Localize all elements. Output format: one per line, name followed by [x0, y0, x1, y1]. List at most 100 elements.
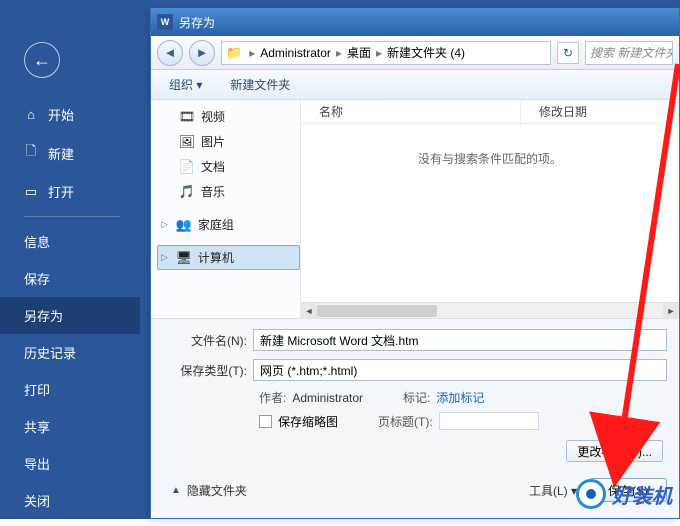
tree-item-computer[interactable]: ▷🖥计算机	[157, 245, 300, 270]
page-title-meta: 页标题(T):	[378, 412, 539, 430]
crumb-segment[interactable]: 新建文件夹 (4)	[387, 44, 465, 61]
add-tags-link[interactable]: 添加标记	[436, 389, 484, 406]
sidebar-item-start[interactable]: ⌂ 开始	[0, 96, 140, 133]
sidebar-label: 信息	[24, 232, 50, 251]
save-as-dialog: W 另存为 ◄ ► 📁 ▸ Administrator ▸ 桌面 ▸ 新建文件夹…	[150, 8, 680, 519]
dialog-footer: 文件名(N): 保存类型(T): 网页 (*.htm;*.html) 作者: A…	[151, 318, 679, 470]
column-date[interactable]: 修改日期	[521, 100, 679, 123]
sidebar-label: 历史记录	[24, 343, 76, 362]
file-pane: 名称 修改日期 没有与搜索条件匹配的项。 ◄ ►	[301, 100, 679, 318]
sidebar-label: 开始	[48, 105, 74, 124]
sidebar-item-export[interactable]: 导出	[0, 445, 140, 482]
page-title-label: 页标题(T):	[378, 413, 433, 430]
sidebar-item-close[interactable]: 关闭	[0, 482, 140, 519]
video-icon: 🎞	[179, 109, 195, 125]
sidebar-item-info[interactable]: 信息	[0, 223, 140, 260]
folder-tree: 🎞视频 🖼图片 📄文档 🎵音乐 ▷👥家庭组 ▷🖥计算机	[151, 100, 301, 318]
refresh-button[interactable]: ↻	[557, 42, 579, 64]
dialog-bottom-bar: ▲ 隐藏文件夹 工具(L) ▾ 保存(S)	[151, 470, 679, 512]
music-icon: 🎵	[179, 184, 195, 200]
sidebar-label: 共享	[24, 417, 50, 436]
chevron-right-icon: ▸	[246, 46, 258, 60]
filename-input[interactable]	[260, 333, 660, 347]
sidebar-label: 打开	[48, 182, 74, 201]
open-icon: ▭	[24, 184, 38, 200]
meta-row-2: 保存缩略图 页标题(T):	[171, 412, 667, 430]
scroll-right-icon[interactable]: ►	[663, 303, 679, 319]
dialog-toolbar: 组织 ▾ 新建文件夹	[151, 70, 679, 100]
scroll-left-icon[interactable]: ◄	[301, 303, 317, 319]
caret-right-icon: ▷	[161, 252, 168, 263]
chevron-right-icon: ▸	[373, 46, 385, 60]
sidebar-item-open[interactable]: ▭ 打开	[0, 173, 140, 210]
dialog-titlebar: W 另存为	[151, 8, 679, 36]
sidebar-label: 关闭	[24, 491, 50, 510]
column-name[interactable]: 名称	[301, 100, 521, 123]
sidebar-label: 打印	[24, 380, 50, 399]
scroll-thumb[interactable]	[317, 305, 437, 317]
tree-item-documents[interactable]: 📄文档	[157, 154, 300, 179]
meta-row-1: 作者: Administrator 标记: 添加标记	[171, 389, 667, 406]
savetype-row: 保存类型(T): 网页 (*.htm;*.html)	[171, 359, 667, 381]
dialog-navbar: ◄ ► 📁 ▸ Administrator ▸ 桌面 ▸ 新建文件夹 (4) ↻…	[151, 36, 679, 70]
home-icon: ⌂	[24, 107, 38, 122]
chevron-right-icon: ▸	[333, 46, 345, 60]
save-button[interactable]: 保存(S)	[589, 478, 667, 502]
sidebar-label: 另存为	[24, 306, 63, 325]
dialog-body: 🎞视频 🖼图片 📄文档 🎵音乐 ▷👥家庭组 ▷🖥计算机 名称 修改日期 没有与搜…	[151, 100, 679, 318]
computer-icon: 🖥	[176, 250, 192, 266]
sidebar-item-new[interactable]: 🗋 新建	[0, 133, 140, 173]
filename-row: 文件名(N):	[171, 329, 667, 351]
savetype-dropdown[interactable]: 网页 (*.htm;*.html)	[253, 359, 667, 381]
sidebar-item-saveas[interactable]: 另存为	[0, 297, 140, 334]
tags-label: 标记:	[403, 389, 430, 406]
dialog-title: 另存为	[179, 14, 215, 31]
author-value[interactable]: Administrator	[292, 391, 363, 405]
sidebar-label: 保存	[24, 269, 50, 288]
search-input[interactable]: 搜索 新建文件夹	[585, 41, 673, 65]
nav-forward-button[interactable]: ►	[189, 40, 215, 66]
sidebar-item-save[interactable]: 保存	[0, 260, 140, 297]
caret-up-icon: ▲	[171, 485, 181, 496]
tree-item-music[interactable]: 🎵音乐	[157, 179, 300, 204]
new-folder-button[interactable]: 新建文件夹	[230, 76, 290, 93]
filename-field[interactable]	[253, 329, 667, 351]
horizontal-scrollbar[interactable]: ◄ ►	[301, 302, 679, 318]
word-sidebar: ← ⌂ 开始 🗋 新建 ▭ 打开 信息 保存 另存为 历史记录 打印 共享 导出 关闭	[0, 28, 140, 519]
author-label: 作者:	[259, 389, 286, 406]
empty-message: 没有与搜索条件匹配的项。	[301, 124, 679, 302]
sidebar-label: 导出	[24, 454, 50, 473]
crumb-segment[interactable]: Administrator	[260, 46, 331, 60]
organize-button[interactable]: 组织 ▾	[159, 73, 212, 96]
author-meta: 作者: Administrator	[259, 389, 363, 406]
save-thumbnail-checkbox[interactable]: 保存缩略图	[259, 412, 338, 430]
column-headers: 名称 修改日期	[301, 100, 679, 124]
caret-right-icon: ▷	[161, 219, 168, 230]
crumb-segment[interactable]: 桌面	[347, 44, 371, 61]
sidebar-item-history[interactable]: 历史记录	[0, 334, 140, 371]
tree-item-pictures[interactable]: 🖼图片	[157, 129, 300, 154]
checkbox-icon[interactable]	[259, 415, 272, 428]
tree-item-homegroup[interactable]: ▷👥家庭组	[157, 212, 300, 237]
word-icon: W	[157, 14, 173, 30]
tools-dropdown[interactable]: 工具(L) ▾	[529, 482, 577, 499]
documents-icon: 📄	[179, 159, 195, 175]
hide-folders-toggle[interactable]: ▲ 隐藏文件夹	[171, 482, 247, 499]
sidebar-item-share[interactable]: 共享	[0, 408, 140, 445]
page-title-input[interactable]	[439, 412, 539, 430]
newdoc-icon: 🗋	[24, 142, 38, 164]
tree-item-videos[interactable]: 🎞视频	[157, 104, 300, 129]
filename-label: 文件名(N):	[171, 332, 253, 349]
sidebar-label: 新建	[48, 144, 74, 163]
change-title-button[interactable]: 更改标题(C)...	[566, 440, 663, 462]
homegroup-icon: 👥	[176, 217, 192, 233]
sidebar-separator	[24, 216, 120, 217]
back-arrow-button[interactable]: ←	[24, 42, 60, 78]
tags-meta: 标记: 添加标记	[403, 389, 484, 406]
savetype-label: 保存类型(T):	[171, 362, 253, 379]
pictures-icon: 🖼	[179, 134, 195, 150]
nav-back-button[interactable]: ◄	[157, 40, 183, 66]
folder-icon: 📁	[226, 45, 242, 61]
sidebar-item-print[interactable]: 打印	[0, 371, 140, 408]
breadcrumb-bar[interactable]: 📁 ▸ Administrator ▸ 桌面 ▸ 新建文件夹 (4)	[221, 41, 551, 65]
